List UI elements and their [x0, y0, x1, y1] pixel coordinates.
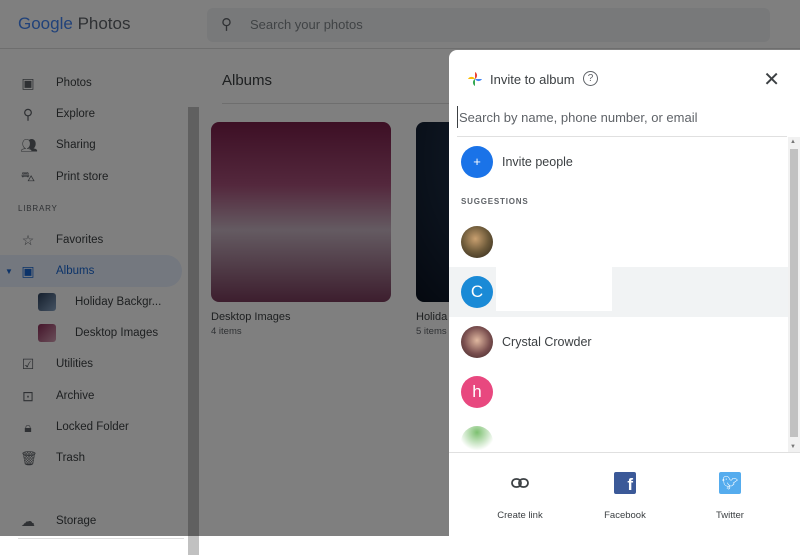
facebook-button[interactable]: f Facebook — [585, 470, 665, 521]
avatar: C — [461, 276, 493, 308]
divider — [449, 452, 800, 453]
invite-label: Invite people — [502, 155, 573, 169]
share-label: Twitter — [716, 510, 744, 521]
suggestion-item[interactable]: C — [449, 267, 788, 317]
share-label: Create link — [497, 510, 543, 521]
create-link-button[interactable]: Create link — [480, 470, 560, 521]
suggestion-item[interactable] — [449, 217, 788, 267]
close-button[interactable]: ✕ — [763, 67, 780, 92]
sidebar-divider — [18, 538, 184, 539]
avatar: h — [461, 376, 493, 408]
recipient-search-input[interactable] — [457, 106, 787, 128]
suggestion-item[interactable]: h — [449, 367, 788, 417]
invite-dialog: Invite to album ? ✕ + Invite people SUGGE… — [449, 50, 800, 536]
avatar — [461, 326, 493, 358]
scroll-up-icon[interactable]: ▲ — [790, 139, 796, 145]
invite-people-button[interactable]: + Invite people — [449, 137, 788, 187]
twitter-button[interactable]: 🐦︎ Twitter — [690, 470, 770, 521]
suggestion-item[interactable] — [449, 417, 788, 452]
help-icon[interactable]: ? — [583, 71, 598, 86]
twitter-icon: 🐦︎ — [690, 470, 770, 496]
suggestion-item[interactable]: Crystal Crowder — [449, 317, 788, 367]
suggestion-list: + Invite people SUGGESTIONS C Crystal Cro… — [449, 137, 800, 452]
share-label: Facebook — [604, 510, 646, 521]
contact-name: Crystal Crowder — [502, 335, 592, 349]
dialog-title: Invite to album — [490, 72, 575, 87]
suggestions-heading: SUGGESTIONS — [461, 197, 529, 206]
scroll-thumb[interactable] — [790, 149, 798, 437]
facebook-icon: f — [585, 470, 665, 496]
google-photos-pinwheel-icon — [468, 72, 482, 86]
redacted-name — [496, 267, 612, 311]
avatar — [461, 426, 493, 452]
scroll-down-icon[interactable]: ▼ — [790, 444, 796, 450]
add-person-icon: + — [461, 146, 493, 178]
list-scrollbar[interactable]: ▲ ▼ — [788, 137, 800, 452]
link-icon — [480, 470, 560, 496]
avatar — [461, 226, 493, 258]
